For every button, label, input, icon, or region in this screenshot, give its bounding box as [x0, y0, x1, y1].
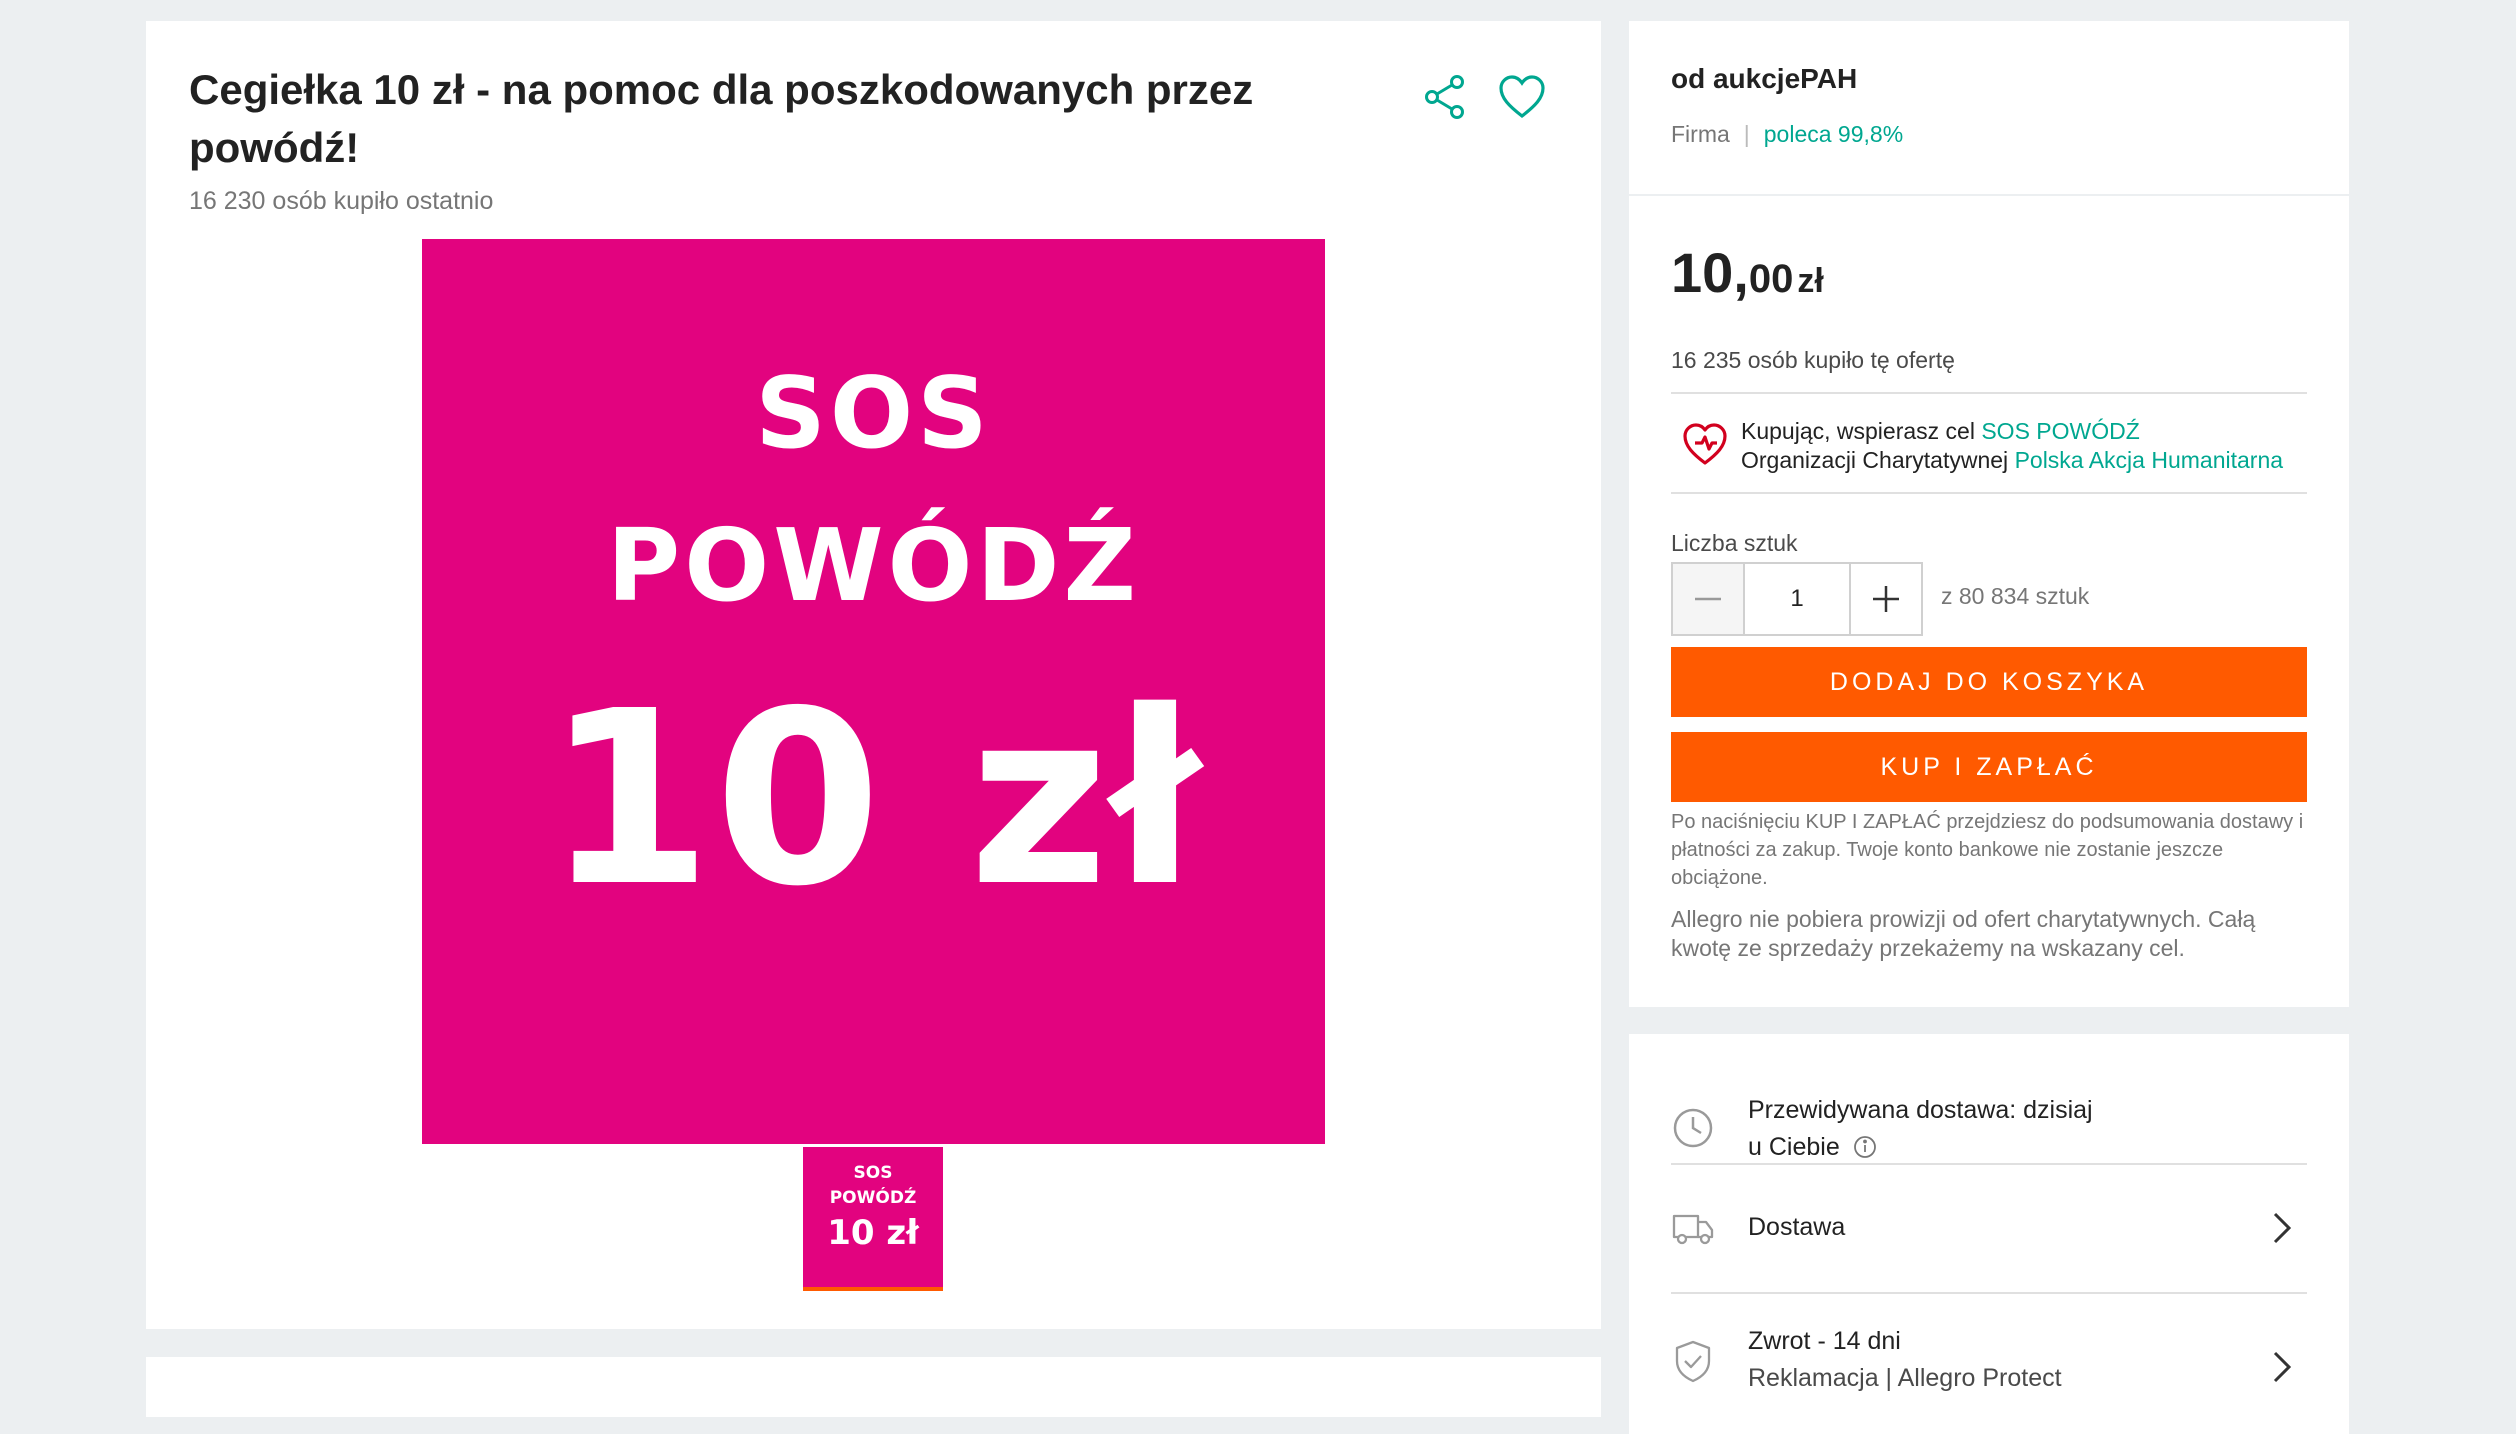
truck-icon — [1672, 1214, 1714, 1245]
share-button[interactable] — [1417, 69, 1473, 125]
image-text-powodz: POWÓDŹ — [606, 507, 1141, 624]
thumb-text-powodz: POWÓDŹ — [829, 1188, 917, 1208]
charity-org-prefix: Organizacji Charytatywnej — [1741, 447, 2009, 473]
quantity-available: z 80 834 sztuk — [1941, 583, 2090, 609]
charity-heart-icon — [1683, 423, 1727, 465]
share-icon — [1425, 75, 1464, 119]
thumb-text-sos: SOS — [853, 1163, 893, 1183]
seller-recommend-link[interactable]: poleca 99,8% — [1764, 121, 1903, 147]
info-icon[interactable] — [1853, 1135, 1877, 1159]
charity-info: Kupując, wspierasz cel SOS POWÓDŹ Organi… — [1741, 417, 2283, 475]
expected-delivery-row: Przewidywana dostawa: dzisiaj u Ciebie — [1671, 1064, 2307, 1164]
chevron-right-icon — [2273, 1351, 2292, 1383]
charity-prefix: Kupując, wspierasz cel — [1741, 418, 1975, 444]
seller-name[interactable]: od aukcjePAH — [1671, 63, 1857, 95]
buy-box: od aukcjePAH Firma | poleca 99,8% 10,00 zł … — [1629, 21, 2349, 1007]
clock-icon — [1673, 1108, 1713, 1148]
product-card: Cegiełka 10 zł - na pomoc dla poszkodowa… — [146, 21, 1601, 1329]
charity-org-link[interactable]: Polska Akcja Humanitarna — [2015, 447, 2283, 473]
bought-recently-text: 16 230 osób kupiło ostatnio — [189, 187, 494, 215]
expected-delivery-line1: Przewidywana dostawa: dzisiaj — [1748, 1096, 2093, 1124]
shipping-row[interactable]: Dostawa — [1671, 1164, 2307, 1292]
lower-content-card — [146, 1357, 1601, 1417]
shipping-label: Dostawa — [1748, 1213, 1846, 1241]
buy-now-button[interactable]: KUP I ZAPŁAĆ — [1671, 732, 2307, 802]
seller-type: Firma — [1671, 121, 1730, 147]
quantity-decrease-button[interactable] — [1673, 564, 1743, 634]
expected-delivery-line2: u Ciebie — [1748, 1133, 1840, 1161]
price-currency: zł — [1797, 262, 1824, 300]
heart-icon — [1499, 75, 1545, 119]
price-main: 10, — [1671, 241, 1749, 304]
price: 10,00 zł — [1671, 239, 1824, 306]
delivery-card: Przewidywana dostawa: dzisiaj u Ciebie D… — [1629, 1034, 2349, 1434]
shield-icon — [1675, 1340, 1711, 1383]
returns-text: Zwrot - 14 dni Reklamacja | Allegro Prot… — [1748, 1323, 2062, 1397]
quantity-increase-button[interactable] — [1851, 564, 1921, 634]
price-cents: 00 — [1748, 257, 1794, 301]
seller-meta: Firma | poleca 99,8% — [1671, 121, 1903, 148]
bought-count: 16 235 osób kupiło tę ofertę — [1671, 347, 1955, 373]
favorite-button[interactable] — [1494, 69, 1550, 125]
commission-note: Allegro nie pobiera prowizji od ofert ch… — [1671, 906, 2256, 961]
returns-title: Zwrot - 14 dni — [1748, 1327, 1901, 1355]
image-text-sos: SOS — [755, 357, 992, 471]
minus-icon — [1695, 597, 1721, 601]
quantity-label: Liczba sztuk — [1671, 530, 1798, 556]
quantity-input[interactable] — [1743, 564, 1851, 634]
chevron-right-icon — [2273, 1212, 2292, 1244]
expected-delivery-text: Przewidywana dostawa: dzisiaj u Ciebie — [1748, 1092, 2093, 1166]
product-main-image[interactable]: SOS POWÓDŹ 10 zł — [422, 239, 1325, 1144]
plus-icon — [1873, 586, 1899, 612]
charity-goal-link[interactable]: SOS POWÓDŹ — [1981, 418, 2139, 444]
returns-sub: Reklamacja | Allegro Protect — [1748, 1364, 2062, 1392]
image-text-amount: 10 zł — [545, 659, 1202, 939]
returns-row[interactable]: Zwrot - 14 dni Reklamacja | Allegro Prot… — [1671, 1293, 2307, 1433]
product-thumbnail[interactable]: SOS POWÓDŹ 10 zł — [803, 1147, 943, 1291]
divider — [1629, 194, 2349, 196]
quantity-stepper — [1671, 562, 1923, 636]
seller-meta-separator: | — [1743, 121, 1750, 147]
divider — [1671, 492, 2307, 494]
product-title: Cegiełka 10 zł - na pomoc dla poszkodowa… — [189, 66, 1254, 171]
add-to-cart-button[interactable]: DODAJ DO KOSZYKA — [1671, 647, 2307, 717]
buy-note: Po naciśnięciu KUP I ZAPŁAĆ przejdziesz … — [1671, 811, 2304, 889]
divider — [1671, 392, 2307, 394]
thumb-text-amount: 10 zł — [827, 1213, 919, 1253]
